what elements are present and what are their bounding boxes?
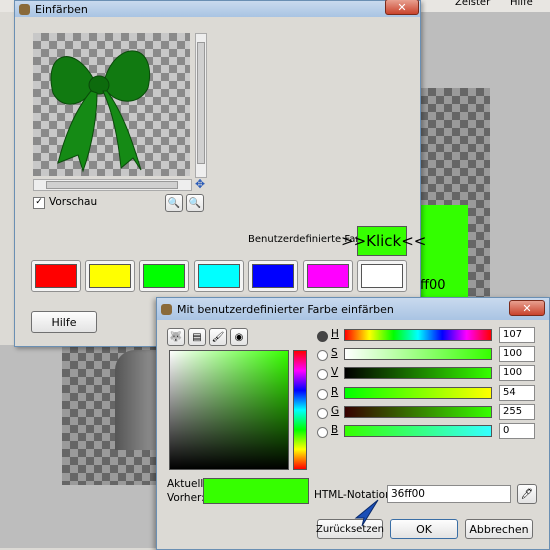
channel-r-value[interactable]: 54 (499, 385, 535, 401)
hue-strip[interactable] (293, 350, 307, 470)
color-dialog-close-button[interactable]: ✕ (509, 300, 545, 316)
swatch-blue[interactable] (248, 260, 298, 292)
watercolor-selector-tab[interactable]: 🖌 (209, 328, 227, 346)
html-notation-input[interactable]: 36ff00 (387, 485, 511, 503)
channel-v-slider[interactable] (344, 367, 492, 379)
channel-g-radio[interactable] (317, 408, 328, 419)
preview-checkbox-label: Vorschau (49, 196, 98, 208)
channel-s-radio[interactable] (317, 350, 328, 361)
channel-s-slider[interactable] (344, 348, 492, 360)
previous-color-label: Vorher: (167, 492, 205, 504)
preview-horizontal-scrollbar[interactable] (33, 179, 192, 191)
wheel-selector-tab[interactable]: ◉ (230, 328, 248, 346)
channel-h-value[interactable]: 107 (499, 327, 535, 343)
channel-v-value[interactable]: 100 (499, 365, 535, 381)
swatch-yellow[interactable] (85, 260, 135, 292)
gimp-icon (161, 303, 172, 315)
ok-button[interactable]: OK (390, 519, 458, 539)
swatch-white[interactable] (357, 260, 407, 292)
channel-g-label: G (331, 405, 340, 417)
swatch-magenta[interactable] (303, 260, 353, 292)
swatch-green[interactable] (139, 260, 189, 292)
canvas-text: ff00 (420, 278, 446, 293)
colorize-dialog-titlebar: Einfärben (15, 1, 420, 17)
channel-g-slider[interactable] (344, 406, 492, 418)
color-dialog-title: Mit benutzerdefinierter Farbe einfärben (177, 302, 394, 316)
colorize-dialog-title: Einfärben (35, 2, 88, 16)
channel-s-value[interactable]: 100 (499, 346, 535, 362)
menu-hilfe[interactable]: Hilfe (510, 0, 533, 8)
channel-s-label: S (331, 347, 338, 359)
colorize-dialog: Einfärben ✕ ✥ ✓ Vorschau 🔍 🔍 Benutzerdef… (14, 0, 426, 347)
preview-checkbox[interactable]: ✓ (33, 197, 45, 209)
canvas-gray-shape (115, 350, 160, 450)
zoom-in-button[interactable]: 🔍 (186, 194, 204, 212)
channel-b-radio[interactable] (317, 427, 328, 438)
channel-h-slider[interactable] (344, 329, 492, 341)
cancel-button[interactable]: Abbrechen (465, 519, 533, 539)
channel-h-radio[interactable] (317, 331, 328, 342)
saturation-value-square[interactable] (169, 350, 289, 470)
bow-image (50, 50, 151, 173)
channel-v-label: V (331, 366, 339, 378)
preview-canvas (33, 33, 190, 176)
channel-h-label: H (331, 328, 339, 340)
zoom-out-button[interactable]: 🔍 (165, 194, 183, 212)
channel-b-value[interactable]: 0 (499, 423, 535, 439)
klick-annotation: >>Klick<< (341, 232, 427, 250)
channel-g-value[interactable]: 255 (499, 404, 535, 420)
color-picker-button[interactable]: 🖊 (517, 484, 537, 504)
preview-vertical-scrollbar[interactable] (195, 33, 207, 178)
channel-b-label: B (331, 424, 339, 436)
channel-b-slider[interactable] (344, 425, 492, 437)
pointer-arrow-icon (354, 499, 379, 527)
color-dialog-titlebar: Mit benutzerdefinierter Farbe einfärben (157, 298, 549, 320)
navigate-icon[interactable]: ✥ (195, 177, 205, 191)
gimp-selector-tab[interactable]: 🐺 (167, 328, 185, 346)
channel-v-radio[interactable] (317, 369, 328, 380)
current-color-preview (203, 478, 309, 504)
swatch-cyan[interactable] (194, 260, 244, 292)
help-button[interactable]: Hilfe (31, 311, 97, 333)
swatch-red[interactable] (31, 260, 81, 292)
window-close-button[interactable]: ✕ (385, 0, 419, 15)
cmyk-selector-tab[interactable]: ▤ (188, 328, 206, 346)
color-dialog: Mit benutzerdefinierter Farbe einfärben … (156, 297, 550, 550)
menu-zeister[interactable]: Zeister (455, 0, 490, 8)
gimp-icon (19, 3, 30, 15)
current-color-label: Aktuell: (167, 478, 207, 490)
channel-r-slider[interactable] (344, 387, 492, 399)
channel-r-label: R (331, 386, 339, 398)
channel-r-radio[interactable] (317, 389, 328, 400)
